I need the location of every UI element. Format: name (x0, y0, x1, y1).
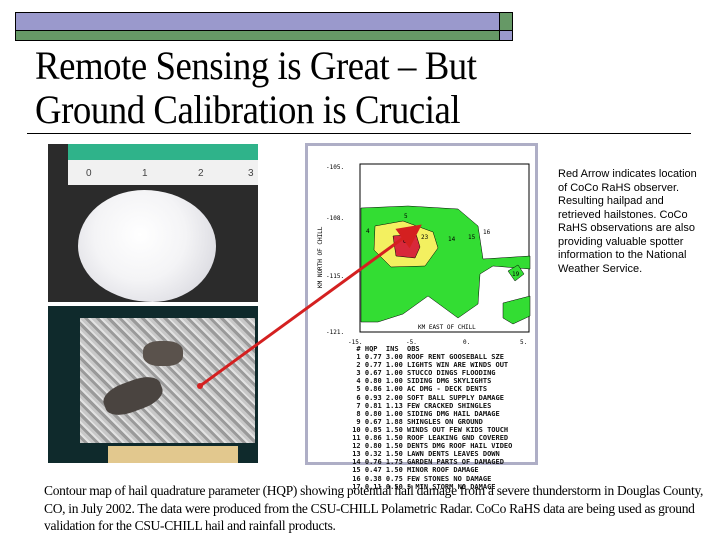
hailstone (78, 190, 216, 302)
hailpad-dent (143, 341, 183, 366)
header-bar-purple (15, 12, 500, 31)
table-row: 13 0.32 1.50 LAWN DENTS LEAVES DOWN (348, 450, 500, 459)
header-bar-green (15, 30, 500, 41)
table-row: 9 0.67 1.88 SHINGLES ON GROUND (348, 417, 483, 426)
title-divider (27, 133, 691, 134)
y-tick: -121. (326, 329, 344, 336)
table-row: 15 0.47 1.50 MINOR ROOF DAMAGE (348, 466, 479, 475)
slide-title-line1: Remote Sensing is Great – But (35, 43, 477, 88)
hailpad-photo (48, 306, 258, 463)
slide-title-line2: Ground Calibration is Crucial (35, 87, 461, 132)
ruler-edge (68, 144, 258, 160)
bottom-caption: Contour map of hail quadrature parameter… (44, 483, 704, 533)
contour-label: 14 (448, 236, 456, 243)
ruler-label: 0 (86, 168, 92, 179)
table-row: 14 0.76 1.75 GARDEN PARTS OF DAMAGED (348, 458, 504, 467)
ruler-label: 1 (142, 168, 148, 179)
contour-label: 15 (468, 234, 476, 241)
y-axis-label: KM NORTH OF CHILL (317, 226, 324, 288)
contour-label: 5 (404, 213, 408, 220)
contour-label: 16 (483, 229, 491, 236)
contour-label: 4 (366, 228, 370, 235)
header-square-green (499, 12, 513, 31)
slide-title: Remote Sensing is Great – But Ground Cal… (35, 44, 477, 132)
table-row: 10 0.85 1.50 WINDS OUT FEW KIDS TOUCH (348, 425, 509, 434)
table-row: 8 0.80 1.00 SIDING DMG HAIL DAMAGE (348, 409, 500, 418)
header-square-purple (499, 30, 513, 41)
hailpad-ruler (108, 446, 238, 463)
table-row: 4 0.80 1.00 SIDING DMG SKYLIGHTS (348, 377, 492, 386)
y-tick: -108. (326, 215, 344, 222)
hailstone-photo: 0 1 2 3 (48, 144, 258, 302)
x-tick: 5. (520, 339, 527, 346)
table-row: 11 0.86 1.50 ROOF LEAKING GND COVERED (348, 434, 509, 443)
contour-label: 23 (421, 234, 429, 241)
table-header: # HQP INS OBS (348, 345, 420, 353)
table-row: 2 0.77 1.00 LIGHTS WIN ARE WINDS OUT (348, 361, 509, 370)
table-row: 1 0.77 3.00 ROOF RENT GOOSEBALL SZE (348, 353, 504, 362)
contour-label: 6 (403, 238, 407, 245)
y-tick: -105. (326, 164, 344, 171)
side-caption: Red Arrow indicates location of CoCo RaH… (558, 168, 697, 275)
y-tick: -115. (326, 273, 344, 280)
table-row: 5 0.86 1.00 AC DMG - DECK DENTS (348, 385, 488, 394)
ruler-label: 3 (248, 168, 254, 179)
hailpad-foil (80, 318, 255, 443)
contour-label: 19 (512, 271, 520, 278)
x-axis-label: KM EAST OF CHILL (418, 324, 476, 331)
table-row: 3 0.67 1.00 STUCCO DINGS FLOODING (348, 369, 496, 378)
table-row: 7 0.81 1.13 FEW CRACKED SHINGLES (348, 401, 492, 410)
observation-table: # HQP INS OBS 1 0.77 3.00 ROOF RENT GOOS… (348, 345, 512, 491)
table-row: 6 0.93 2.00 SOFT BALL SUPPLY DAMAGE (348, 393, 504, 402)
ruler-label: 2 (198, 168, 204, 179)
table-row: 12 0.80 1.50 DENTS DMG ROOF HAIL VIDEO (348, 442, 513, 451)
